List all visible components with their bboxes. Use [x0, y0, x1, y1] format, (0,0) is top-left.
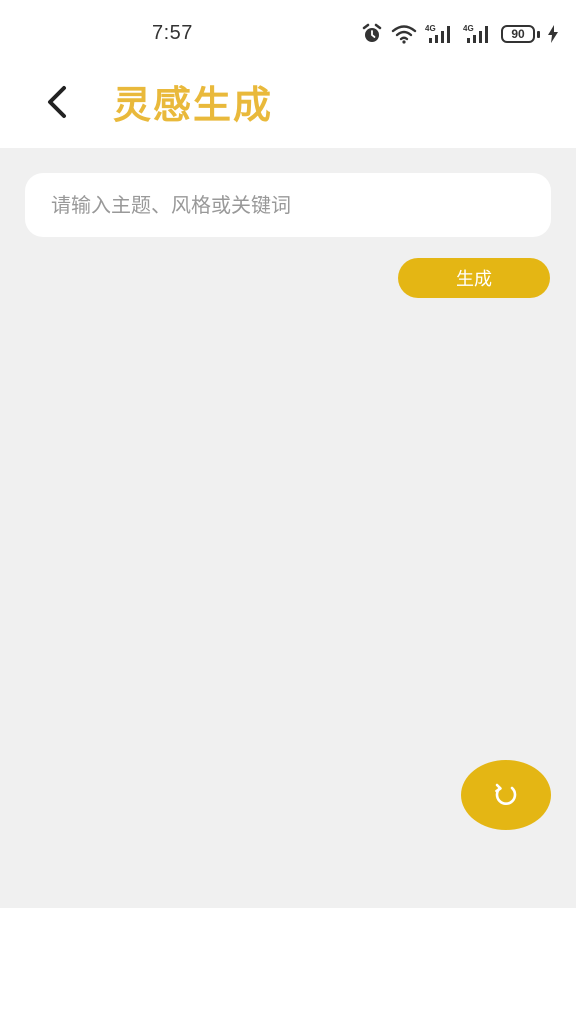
search-input[interactable]: [51, 193, 551, 217]
charging-icon: [548, 25, 558, 43]
svg-text:4G: 4G: [463, 24, 474, 33]
signal-4g-icon-2: 4G: [463, 24, 488, 43]
signal-4g-icon: 4G: [425, 24, 450, 43]
screen: 7:57 4G 4G 90 灵感生成 请输入主题、风格或关键词 生成: [0, 0, 576, 1024]
back-button[interactable]: [32, 78, 80, 126]
refresh-icon: [495, 783, 517, 805]
search-box[interactable]: [25, 173, 551, 237]
wifi-icon: [391, 25, 417, 44]
battery-icon: 90: [501, 25, 540, 43]
status-icons: 4G 4G 90: [361, 22, 558, 46]
generate-button[interactable]: 生成: [398, 258, 550, 298]
bottom-area: [0, 908, 576, 1024]
alarm-icon: [362, 23, 382, 42]
page-title: 灵感生成: [113, 83, 274, 127]
header: 灵感生成: [0, 64, 576, 148]
content-area: 生成: [0, 148, 576, 908]
status-time: 7:57: [152, 22, 193, 44]
battery-level: 90: [501, 25, 535, 43]
battery-tip: [537, 30, 540, 38]
chevron-left-icon: [48, 86, 66, 118]
refresh-button[interactable]: [461, 760, 551, 830]
status-bar: 7:57 4G 4G 90: [0, 0, 576, 64]
svg-text:4G: 4G: [425, 24, 436, 33]
